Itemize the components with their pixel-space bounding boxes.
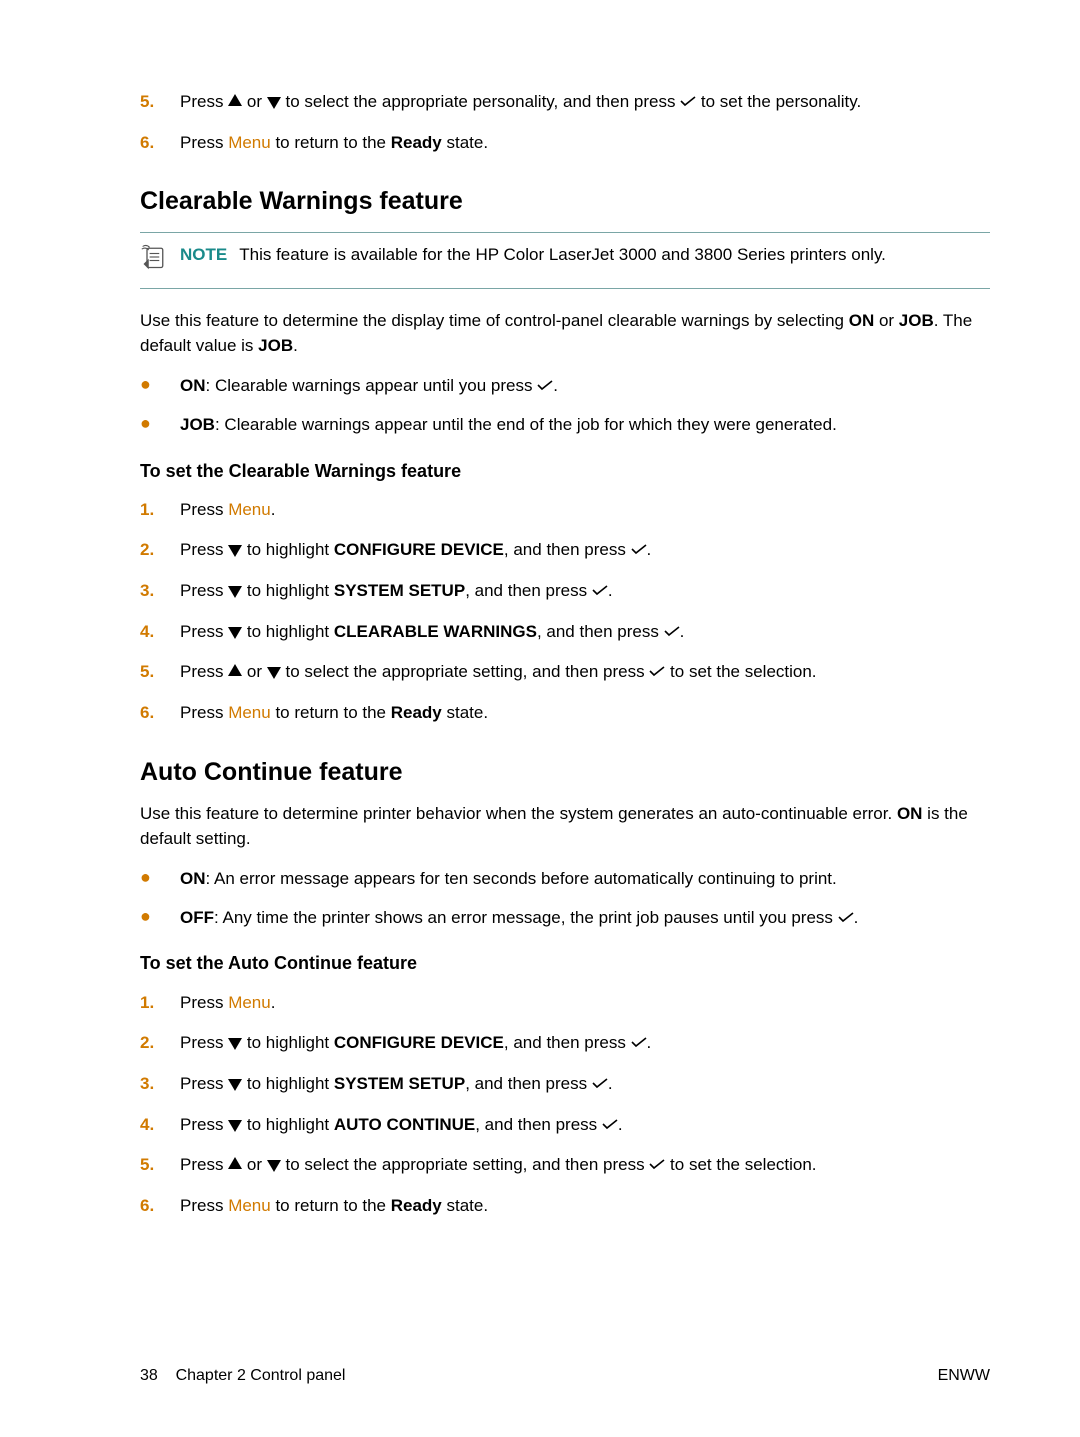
- step-text: Press Menu to return to the Ready state.: [180, 131, 990, 156]
- down-arrow-icon: [228, 1120, 242, 1132]
- note-label: NOTE: [180, 245, 227, 264]
- check-icon: [838, 906, 854, 931]
- note-text: This feature is available for the HP Col…: [239, 245, 886, 264]
- footer-left: 38 Chapter 2 Control panel: [140, 1364, 345, 1387]
- down-arrow-icon: [228, 1038, 242, 1050]
- list-item: ● ON: An error message appears for ten s…: [140, 867, 990, 892]
- intro-steps: 5. Press or to select the appropriate pe…: [140, 90, 990, 155]
- check-icon: [631, 1031, 647, 1056]
- check-icon: [592, 1072, 608, 1097]
- page-footer: 38 Chapter 2 Control panel ENWW: [140, 1364, 990, 1387]
- menu-link: Menu: [228, 993, 271, 1012]
- auto-continue-subheading: To set the Auto Continue feature: [140, 950, 990, 976]
- step-6: 6. Press Menu to return to the Ready sta…: [140, 701, 990, 726]
- up-arrow-icon: [228, 94, 242, 106]
- check-icon: [664, 620, 680, 645]
- step-4: 4. Press to highlight AUTO CONTINUE, and…: [140, 1113, 990, 1138]
- down-arrow-icon: [267, 1160, 281, 1172]
- step-number: 5.: [140, 90, 180, 115]
- check-icon: [649, 660, 665, 685]
- menu-link: Menu: [228, 500, 271, 519]
- step-6: 6. Press Menu to return to the Ready sta…: [140, 131, 990, 156]
- step-1: 1. Press Menu.: [140, 498, 990, 523]
- bullet-icon: ●: [140, 374, 180, 399]
- step-2: 2. Press to highlight CONFIGURE DEVICE, …: [140, 538, 990, 563]
- step-3: 3. Press to highlight SYSTEM SETUP, and …: [140, 579, 990, 604]
- clearable-steps: 1. Press Menu. 2. Press to highlight CON…: [140, 498, 990, 726]
- step-5: 5. Press or to select the appropriate se…: [140, 1153, 990, 1178]
- clearable-subheading: To set the Clearable Warnings feature: [140, 458, 990, 484]
- list-item: ● JOB: Clearable warnings appear until t…: [140, 413, 990, 438]
- step-number: 6.: [140, 131, 180, 156]
- step-5: 5. Press or to select the appropriate se…: [140, 660, 990, 685]
- down-arrow-icon: [267, 667, 281, 679]
- down-arrow-icon: [267, 97, 281, 109]
- check-icon: [649, 1153, 665, 1178]
- note-content: NOTE This feature is available for the HP…: [180, 243, 886, 268]
- down-arrow-icon: [228, 627, 242, 639]
- clearable-warnings-heading: Clearable Warnings feature: [140, 183, 990, 219]
- footer-right: ENWW: [938, 1364, 990, 1387]
- clearable-description: Use this feature to determine the displa…: [140, 309, 990, 358]
- menu-link: Menu: [228, 703, 271, 722]
- down-arrow-icon: [228, 545, 242, 557]
- note-box: NOTE This feature is available for the HP…: [140, 232, 990, 290]
- clearable-bullets: ● ON: Clearable warnings appear until yo…: [140, 374, 990, 437]
- auto-continue-steps: 1. Press Menu. 2. Press to highlight CON…: [140, 991, 990, 1219]
- check-icon: [537, 374, 553, 399]
- check-icon: [602, 1113, 618, 1138]
- down-arrow-icon: [228, 1079, 242, 1091]
- auto-continue-heading: Auto Continue feature: [140, 754, 990, 790]
- step-2: 2. Press to highlight CONFIGURE DEVICE, …: [140, 1031, 990, 1056]
- auto-continue-description: Use this feature to determine printer be…: [140, 802, 990, 851]
- up-arrow-icon: [228, 664, 242, 676]
- bullet-icon: ●: [140, 413, 180, 438]
- bullet-icon: ●: [140, 906, 180, 931]
- step-5: 5. Press or to select the appropriate pe…: [140, 90, 990, 115]
- step-text: Press or to select the appropriate perso…: [180, 90, 990, 115]
- check-icon: [592, 579, 608, 604]
- list-item: ● ON: Clearable warnings appear until yo…: [140, 374, 990, 399]
- menu-link: Menu: [228, 1196, 271, 1215]
- check-icon: [631, 538, 647, 563]
- step-4: 4. Press to highlight CLEARABLE WARNINGS…: [140, 620, 990, 645]
- list-item: ● OFF: Any time the printer shows an err…: [140, 906, 990, 931]
- up-arrow-icon: [228, 1157, 242, 1169]
- step-1: 1. Press Menu.: [140, 991, 990, 1016]
- step-6: 6. Press Menu to return to the Ready sta…: [140, 1194, 990, 1219]
- auto-continue-bullets: ● ON: An error message appears for ten s…: [140, 867, 990, 930]
- step-3: 3. Press to highlight SYSTEM SETUP, and …: [140, 1072, 990, 1097]
- check-icon: [680, 90, 696, 115]
- note-icon: [140, 243, 180, 279]
- down-arrow-icon: [228, 586, 242, 598]
- bullet-icon: ●: [140, 867, 180, 892]
- menu-link: Menu: [228, 133, 271, 152]
